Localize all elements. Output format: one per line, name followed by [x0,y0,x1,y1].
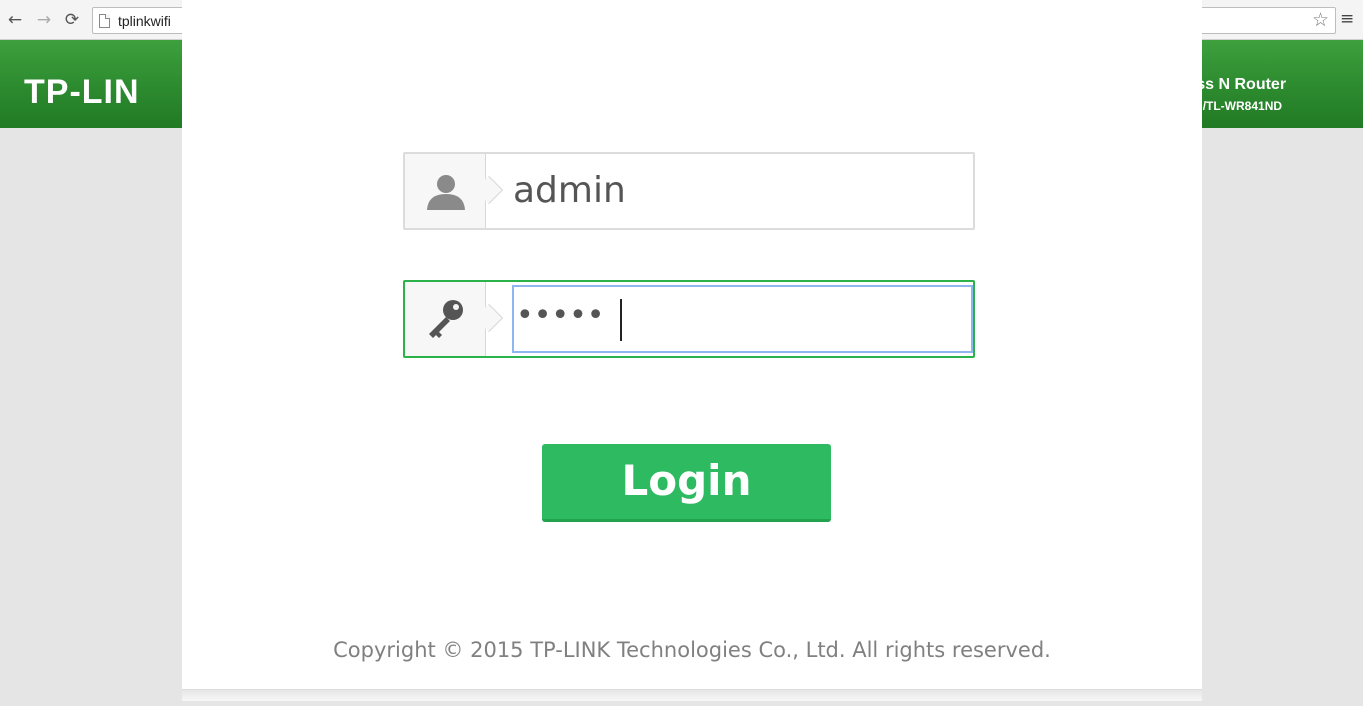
forward-icon[interactable]: → [34,9,54,31]
user-icon-box [405,154,486,228]
password-input[interactable]: ••••• [512,285,973,353]
copyright-text: Copyright © 2015 TP-LINK Technologies Co… [333,638,1051,662]
back-icon[interactable]: ← [5,9,25,31]
bookmark-star-icon[interactable]: ☆ [1312,9,1329,31]
key-icon-box [405,282,486,356]
username-value[interactable]: admin [513,170,626,211]
address-url[interactable]: tplinkwifi [118,13,171,29]
key-icon [429,300,463,338]
page-root: ← → ⟳ tplinkwifi ☆ ≡ TP-LIN eless N Rout… [0,0,1363,706]
login-button[interactable]: Login [542,444,831,522]
panel-shadow [182,689,1202,701]
user-icon [427,175,465,210]
browser-menu-icon[interactable]: ≡ [1340,9,1354,29]
password-field[interactable]: ••••• [403,280,975,358]
page-icon [99,14,110,28]
text-caret [620,299,622,341]
password-value[interactable]: ••••• [516,298,604,333]
username-field[interactable]: admin [403,152,975,230]
tplink-logo: TP-LIN [24,73,140,111]
reload-icon[interactable]: ⟳ [62,9,82,31]
